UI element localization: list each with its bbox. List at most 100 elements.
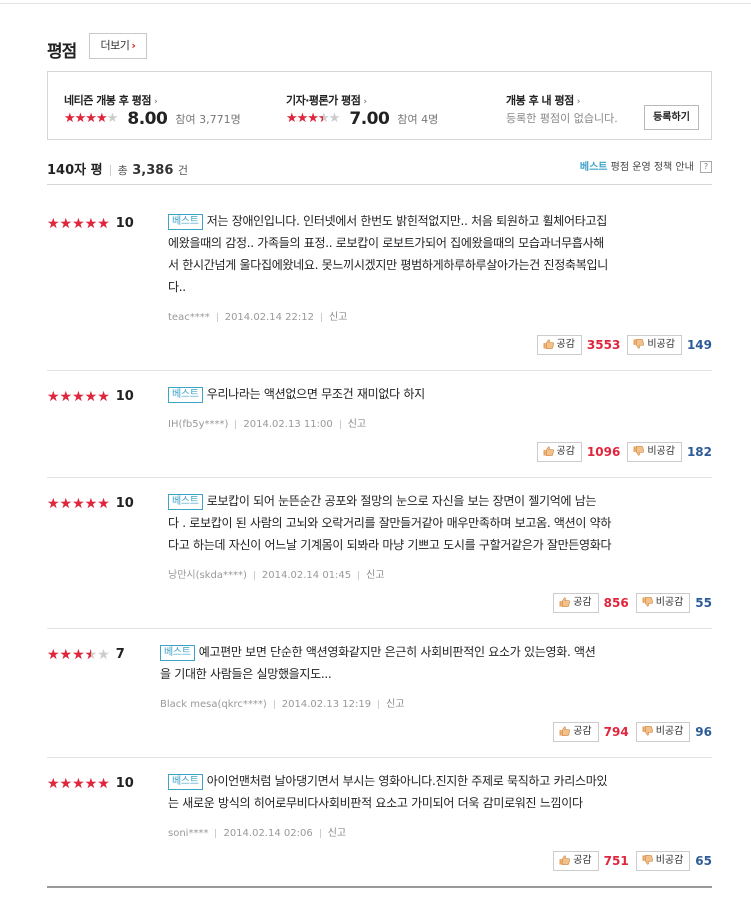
- review-body: 베스트 아이언맨처럼 날아댕기면서 부시는 영화아니다.진지한 주제로 묵직하고 …: [168, 770, 608, 814]
- report-link[interactable]: 신고: [366, 570, 384, 581]
- dislike-button[interactable]: 비공감: [635, 592, 691, 613]
- dislike-count: 65: [695, 853, 712, 868]
- review-text-line: 는 새로운 방식의 히어로무비다사회비판적 요소고 가미되어 더욱 감미로워진 …: [168, 796, 583, 810]
- review-date: 2014.02.14 22:12: [224, 312, 314, 323]
- bottom-divider: [47, 886, 712, 888]
- review-text-line: 다고 하는데 자신이 어느날 기계몸이 되봐라 마냥 기쁘고 도시를 구할거같은…: [168, 538, 612, 552]
- vote-controls: 공감 794 비공감 96: [553, 721, 712, 743]
- like-button[interactable]: 공감: [553, 592, 599, 613]
- like-count: 794: [603, 724, 629, 739]
- review-text-line: 에왔을때의 감정.. 가족들의 표정.. 로보캅이 로보트가되어 집에왔을때의 …: [168, 236, 605, 250]
- top-divider: [0, 3, 751, 4]
- thumbs-down-icon: [633, 445, 645, 456]
- review-meta: Black mesa(qkrc****) 2014.02.13 12:19 신고: [160, 695, 404, 710]
- chevron-right-icon: ›: [363, 97, 367, 107]
- my-score-title[interactable]: 개봉 후 내 평점 ›: [506, 92, 580, 108]
- thumbs-up-icon: [559, 596, 571, 607]
- review-rating: ★★★★★ ★★★★★ 10: [47, 493, 134, 512]
- score-summary: 네티즌 개봉 후 평점› ★★★★★★★★★★ 8.00 참여 3,771명 기…: [47, 71, 712, 140]
- report-link[interactable]: 신고: [386, 699, 404, 710]
- like-button[interactable]: 공감: [536, 441, 582, 462]
- dislike-button[interactable]: 비공감: [627, 334, 682, 355]
- more-label: 더보기: [100, 39, 130, 52]
- help-icon[interactable]: ?: [700, 161, 712, 173]
- total-count: 3,386: [132, 163, 174, 178]
- star-rating: ★★★★★★★★★★: [47, 646, 110, 663]
- netizen-score: 네티즌 개봉 후 평점› ★★★★★★★★★★ 8.00 참여 3,771명: [64, 72, 264, 139]
- dislike-button[interactable]: 비공감: [635, 721, 691, 742]
- like-count: 3553: [586, 337, 621, 352]
- report-link[interactable]: 신고: [348, 419, 366, 430]
- thumbs-up-icon: [559, 854, 571, 865]
- list-label: 140자 평: [47, 163, 103, 178]
- thumbs-up-icon: [543, 338, 554, 349]
- review-divider: [47, 477, 712, 478]
- review-score: 10: [115, 216, 134, 231]
- review-meta: teac**** 2014.02.14 22:12 신고: [168, 308, 347, 323]
- best-badge: 베스트: [168, 213, 203, 230]
- review-meta: soni**** 2014.02.14 02:06 신고: [168, 824, 346, 839]
- review-user: Black mesa(qkrc****): [160, 699, 267, 710]
- review-body: 베스트 우리나라는 액션없으면 무조건 재미없다 하지: [168, 383, 425, 405]
- thumbs-down-icon: [642, 854, 653, 865]
- report-link[interactable]: 신고: [328, 828, 346, 839]
- review-meta: IH(fb5y****) 2014.02.13 11:00 신고: [168, 415, 366, 430]
- critic-score: 기자·평론가 평점› ★★★★★★★★★★ 7.00 참여 4명: [286, 72, 486, 139]
- best-badge: 베스트: [168, 773, 203, 790]
- list-divider: [47, 184, 712, 185]
- thumbs-up-icon: [559, 725, 571, 736]
- policy-best: 베스트: [579, 162, 608, 173]
- vote-controls: 공감 3553 비공감 149: [536, 334, 712, 356]
- dislike-button[interactable]: 비공감: [627, 441, 682, 462]
- review-body: 베스트 로보캅이 되어 눈뜬순간 공포와 절망의 눈으로 자신을 보는 장면이 젤…: [168, 490, 612, 556]
- review-text-line: 을 기대한 사람들은 실망했을지도...: [160, 667, 332, 681]
- like-button[interactable]: 공감: [553, 721, 599, 742]
- thumbs-down-icon: [633, 338, 645, 349]
- like-button[interactable]: 공감: [536, 334, 582, 355]
- review-meta: 낭만시(skda****) 2014.02.14 01:45 신고: [168, 566, 385, 581]
- critic-score-title[interactable]: 기자·평론가 평점 ›: [286, 92, 367, 108]
- review-rating: ★★★★★ ★★★★★ 10: [47, 386, 134, 405]
- review-divider: [47, 628, 712, 629]
- critic-score-value: 7.00: [349, 108, 390, 129]
- review-user: teac****: [168, 312, 210, 323]
- dislike-button[interactable]: 비공감: [635, 850, 691, 871]
- critic-participants: 참여 4명: [397, 112, 439, 126]
- netizen-score-title[interactable]: 네티즌 개봉 후 평점 ›: [64, 92, 158, 108]
- review-rating: ★★★★★★★★★★ 7: [47, 644, 125, 663]
- more-button[interactable]: 더보기 ›: [89, 33, 147, 59]
- my-score: 개봉 후 내 평점 › 등록한 평점이 없습니다. 등록하기: [506, 72, 706, 139]
- review-text-line: 다 . 로보캅이 된 사람의 고뇌와 오락거리를 잘만들거같아 매우만족하며 보…: [168, 516, 612, 530]
- review-text-line: 아이언맨처럼 날아댕기면서 부시는 영화아니다.진지한 주제로 묵직하고 카리스…: [206, 774, 608, 788]
- review-divider: [47, 370, 712, 371]
- star-rating: ★★★★★★★★★★: [47, 388, 110, 405]
- dislike-count: 149: [686, 337, 712, 352]
- star-rating: ★★★★★★★★★★: [47, 495, 110, 512]
- thumbs-down-icon: [642, 725, 653, 736]
- star-rating: ★★★★★★★★★★: [64, 110, 118, 126]
- like-button[interactable]: 공감: [553, 850, 599, 871]
- review-score: 10: [115, 776, 134, 791]
- review-text-line: 예고편만 보면 단순한 액션영화같지만 은근히 사회비판적인 요소가 있는영화.…: [198, 645, 596, 659]
- like-count: 1096: [586, 444, 621, 459]
- review-text-line: 로보캅이 되어 눈뜬순간 공포와 절망의 눈으로 자신을 보는 장면이 젤기억에…: [206, 494, 597, 508]
- list-header: 140자 평 총 3,386 건: [47, 159, 188, 178]
- vote-controls: 공감 751 비공감 65: [553, 850, 712, 872]
- dislike-count: 55: [695, 595, 712, 610]
- best-badge: 베스트: [160, 644, 195, 661]
- review-divider: [47, 757, 712, 758]
- my-score-empty: 등록한 평점이 없습니다.: [506, 112, 618, 125]
- register-rating-button[interactable]: 등록하기: [644, 105, 699, 130]
- review-text-line: 저는 장애인입니다. 인터넷에서 한번도 밝힌적없지만.. 처음 퇴원하고 휠체…: [206, 214, 608, 228]
- dislike-count: 182: [686, 444, 712, 459]
- review-score: 10: [115, 389, 134, 404]
- chevron-right-icon: ›: [576, 97, 581, 107]
- review-text-line: 우리나라는 액션없으면 무조건 재미없다 하지: [206, 387, 425, 401]
- review-score: 7: [115, 647, 125, 662]
- review-rating: ★★★★★ ★★★★★ 10: [47, 773, 134, 792]
- report-link[interactable]: 신고: [329, 312, 347, 323]
- policy-link[interactable]: 베스트 평점 운영 정책 안내 ?: [580, 158, 712, 173]
- chevron-right-icon: ›: [131, 39, 136, 52]
- total-prefix: 총: [117, 164, 128, 177]
- total-suffix: 건: [177, 164, 189, 177]
